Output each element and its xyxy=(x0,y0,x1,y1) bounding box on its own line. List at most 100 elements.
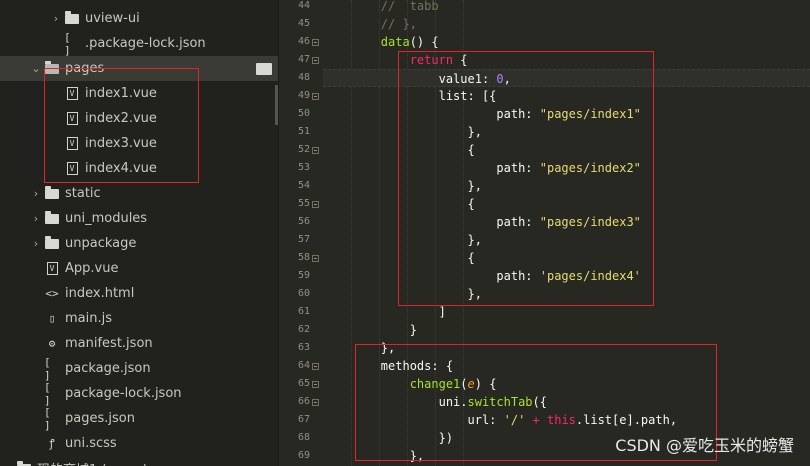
line-number: 57 xyxy=(297,234,310,245)
code-line[interactable]: }, xyxy=(323,231,810,249)
code-line[interactable]: // }, xyxy=(323,15,810,33)
vue-file-icon: V xyxy=(64,86,80,102)
sidebar-item-package-lock-json[interactable]: [ ] .package-lock.json xyxy=(0,31,278,57)
sidebar-item-app-vue[interactable]: V App.vue xyxy=(0,256,278,281)
line-number: 62 xyxy=(297,324,310,335)
code-token: , xyxy=(503,72,511,86)
line-number: 65 xyxy=(297,378,310,389)
code-line[interactable]: path: "pages/index1" xyxy=(323,105,810,123)
code-line[interactable]: url: '/' + this.list[e].path, xyxy=(323,411,810,429)
sidebar-item-index-html[interactable]: <> index.html xyxy=(0,281,278,306)
code-line[interactable]: path: 'pages/index4' xyxy=(323,267,810,285)
sidebar-item-index4-vue[interactable]: Vindex4.vue xyxy=(0,156,278,181)
line-number: 59 xyxy=(297,270,310,281)
code-token: value1: xyxy=(438,72,497,86)
line-number: 60 xyxy=(297,288,310,299)
code-line[interactable]: { xyxy=(323,141,810,159)
code-line[interactable]: methods: { xyxy=(323,357,810,375)
code-token: } xyxy=(409,323,417,337)
chevron-right-icon[interactable]: › xyxy=(0,462,16,466)
sidebar-item-uni-scss[interactable]: ꝭ uni.scss xyxy=(0,431,278,456)
fold-toggle-icon[interactable] xyxy=(312,147,319,154)
chevron-right-icon[interactable]: › xyxy=(48,12,64,25)
code-line[interactable]: } xyxy=(323,321,810,339)
sidebar-item-uview-ui[interactable]: › uview-ui xyxy=(0,6,278,31)
code-token: path: xyxy=(496,161,540,175)
fold-toggle-icon[interactable] xyxy=(312,201,319,208)
fold-toggle-icon[interactable] xyxy=(312,363,319,370)
code-line[interactable]: path: "pages/index2" xyxy=(323,159,810,177)
code-token: change1 xyxy=(409,377,461,391)
code-token: .list[e].path, xyxy=(575,413,678,427)
sidebar-item-label: uni.scss xyxy=(65,436,117,451)
code-token: { xyxy=(467,143,475,157)
code-line[interactable]: data() { xyxy=(323,33,810,51)
code-token: path: xyxy=(496,107,540,121)
line-number: 63 xyxy=(297,342,310,353)
sidebar-item-label: index1.vue xyxy=(85,86,157,101)
code-token: }, xyxy=(467,125,482,139)
sidebar-item-index1-vue[interactable]: Vindex1.vue xyxy=(0,81,278,106)
code-line[interactable]: }, xyxy=(323,339,810,357)
code-line[interactable]: uni.switchTab({ xyxy=(323,393,810,411)
fold-toggle-icon[interactable] xyxy=(312,399,319,406)
chevron-right-icon[interactable]: › xyxy=(28,237,44,250)
sidebar-item-1-vue[interactable]: › 现的商城1 (vue...) xyxy=(0,456,278,466)
vue-file-icon: V xyxy=(64,111,80,127)
code-line[interactable]: }, xyxy=(323,285,810,303)
fold-toggle-icon[interactable] xyxy=(312,93,319,100)
code-line[interactable]: { xyxy=(323,195,810,213)
chevron-right-icon[interactable]: › xyxy=(28,187,44,200)
sidebar-item-index2-vue[interactable]: Vindex2.vue xyxy=(0,106,278,131)
code-line[interactable]: path: "pages/index3" xyxy=(323,213,810,231)
code-token: "pages/index2" xyxy=(539,161,641,175)
sidebar-item-pages[interactable]: ⌄ pages xyxy=(0,56,278,81)
code-line[interactable]: value1: 0, xyxy=(323,69,810,87)
sidebar-item-label: 现的商城1 (vue...) xyxy=(37,459,148,466)
sidebar-item-main-js[interactable]: ▯ main.js xyxy=(0,306,278,331)
fold-toggle-icon[interactable] xyxy=(312,381,319,388)
sidebar-item-package-json[interactable]: [ ] package.json xyxy=(0,356,278,382)
sidebar-item-unpackage[interactable]: › unpackage xyxy=(0,231,278,256)
code-line[interactable]: list: [{ xyxy=(323,87,810,105)
code-editor[interactable]: // tabb // }, data() { return { value1: … xyxy=(323,0,810,466)
chevron-right-icon[interactable]: › xyxy=(28,212,44,225)
folder-icon xyxy=(16,460,32,466)
line-number: 69 xyxy=(297,450,310,461)
sidebar-item-static[interactable]: › static xyxy=(0,181,278,206)
code-token: e xyxy=(467,377,475,391)
code-line[interactable]: // tabb xyxy=(323,0,810,15)
sidebar-item-index3-vue[interactable]: Vindex3.vue xyxy=(0,131,278,156)
line-number: 49 xyxy=(297,90,310,101)
code-line[interactable]: }, xyxy=(323,177,810,195)
code-line[interactable]: change1(e) { xyxy=(323,375,810,393)
sidebar-item-label: index.html xyxy=(65,286,135,301)
code-line[interactable]: { xyxy=(323,249,810,267)
sidebar-item-pages-json[interactable]: [ ] pages.json xyxy=(0,406,278,432)
fold-toggle-icon[interactable] xyxy=(312,57,319,64)
chevron-down-icon[interactable]: ⌄ xyxy=(28,62,44,75)
line-number: 47 xyxy=(297,54,310,65)
fold-toggle-icon[interactable] xyxy=(312,39,319,46)
code-line[interactable]: ] xyxy=(323,303,810,321)
line-number: 45 xyxy=(297,18,310,29)
sidebar-item-package-lock-json[interactable]: [ ] package-lock.json xyxy=(0,380,278,407)
code-token: }, xyxy=(409,449,425,463)
sidebar-item-manifest-json[interactable]: ⚙ manifest.json xyxy=(0,331,278,356)
sidebar-item-uni-modules[interactable]: › uni_modules xyxy=(0,206,278,231)
fold-toggle-icon[interactable] xyxy=(312,255,319,262)
code-line[interactable]: return { xyxy=(323,51,810,69)
json-file-icon: [ ] xyxy=(44,380,51,407)
open-folder-icon[interactable] xyxy=(256,62,272,75)
html-file-icon: <> xyxy=(45,287,59,300)
code-line[interactable]: }, xyxy=(323,123,810,141)
code-token: + xyxy=(525,413,547,427)
